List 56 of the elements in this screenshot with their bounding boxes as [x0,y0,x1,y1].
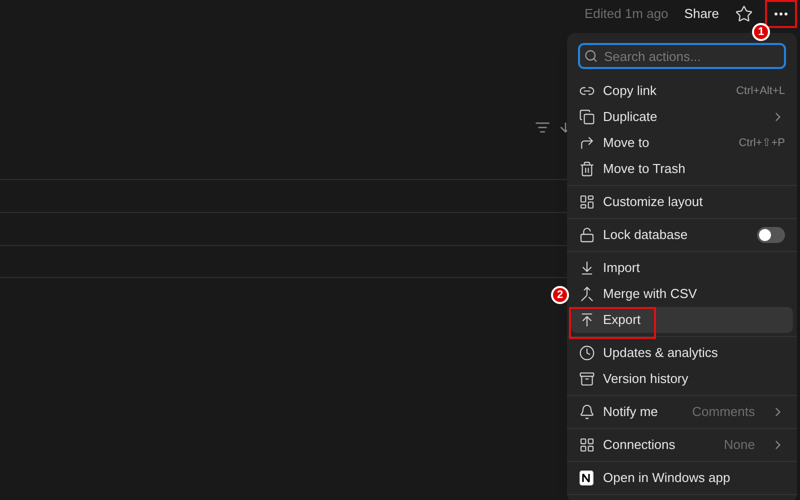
menu-item-label: Version history [603,370,690,388]
menu-item-label: Move to Trash [603,160,686,178]
layout-icon [579,194,595,210]
edited-text: Edited 1m ago [584,5,668,24]
menu-item[interactable]: Version history [571,366,793,392]
menu-item[interactable]: Copy link Ctrl+Alt+L [571,78,793,104]
menu-item-label: Connections [603,436,676,454]
menu-item-label: Move to [603,134,650,152]
share-button[interactable]: Share [680,4,723,24]
value-text: None [724,436,755,454]
search-icon [584,49,598,63]
menu-item[interactable]: Lock database [571,222,793,248]
filter-icon[interactable] [535,120,550,134]
menu-item[interactable]: Merge with CSV [571,281,793,307]
step-badge: 1 [752,23,770,41]
shortcut-text: Ctrl+⇧+P [738,136,785,151]
merge-icon [579,286,595,302]
unlock-icon [579,227,595,243]
upload-icon [579,312,595,328]
n-logo-icon [579,470,595,486]
menu-item-label: Lock database [603,226,689,244]
menu-item[interactable]: Import [571,255,793,281]
grid-icon [579,437,595,453]
menu-item-label: Import [603,259,641,278]
menu-item[interactable]: Customize layout [571,189,793,215]
star-icon[interactable] [735,5,753,23]
menu-item-label: Open in Windows app [603,469,732,488]
clock-icon [579,345,595,361]
menu-item[interactable]: Connections None [571,432,793,458]
menu-item-label: Customize layout [603,193,704,212]
more-button[interactable] [765,0,797,28]
toggle-switch[interactable] [757,227,785,243]
menu-item[interactable]: Notify me Comments [571,399,793,425]
trash-icon [579,161,595,177]
archive-icon [579,371,595,387]
menu-item-label: Duplicate [603,108,658,126]
shortcut-text: Ctrl+Alt+L [736,84,785,99]
menu-item-label: Export [603,311,642,330]
menu-item[interactable]: Duplicate [571,104,793,130]
value-text: Comments [692,403,755,422]
menu-item[interactable]: Open in Windows app [571,465,793,491]
menu-item[interactable]: Move to Trash [571,156,793,182]
menu-item[interactable]: Move to Ctrl+⇧+P [571,130,793,156]
menu-item-label: Copy link [603,82,658,100]
ellipsis-icon [774,12,788,16]
download-icon [579,260,595,276]
menu-item-label: Notify me [603,403,659,422]
menu-item-label: Merge with CSV [603,285,698,304]
menu-item[interactable]: Updates & analytics [571,340,793,366]
search-field[interactable]: Search actions... [578,43,786,69]
menu-item-label: Updates & analytics [603,344,719,362]
copy-icon [579,109,595,125]
bell-icon [579,404,595,420]
menu-item[interactable]: Export [571,307,793,333]
arrow-icon [579,135,595,151]
step-badge: 2 [551,286,569,304]
